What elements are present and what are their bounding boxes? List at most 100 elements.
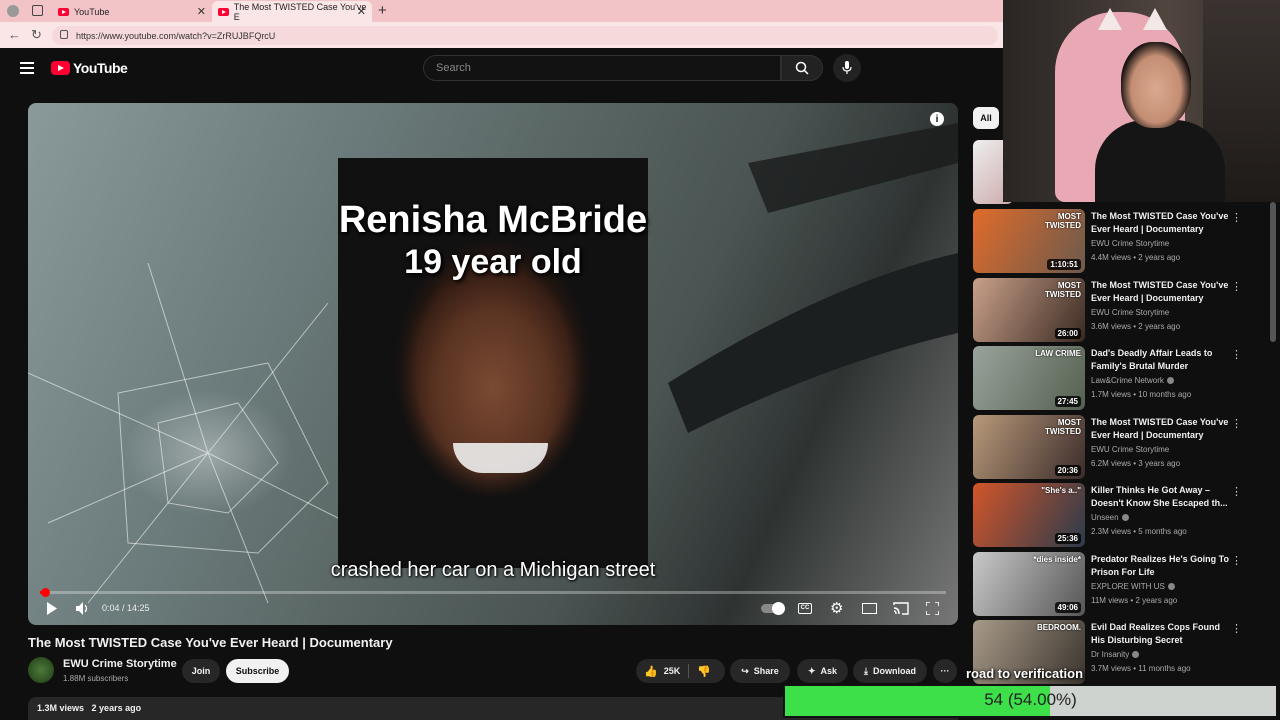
recommendation-meta: 2.3M views • 5 months ago	[1091, 527, 1187, 536]
thumbnail-text: "She's a.."	[1041, 486, 1081, 495]
download-button[interactable]: ⤓ Download	[853, 659, 927, 683]
menu-icon[interactable]	[20, 62, 34, 74]
recommendation-title[interactable]: The Most TWISTED Case You've Ever Heard …	[1091, 416, 1231, 442]
more-actions-button[interactable]: ···	[933, 659, 957, 683]
streamer-body	[1095, 120, 1225, 202]
more-options-icon[interactable]: ⋮	[1231, 280, 1242, 293]
cast-icon[interactable]	[893, 602, 909, 615]
channel-name[interactable]: EWU Crime Storytime	[63, 658, 177, 670]
share-button[interactable]: ↪ Share	[730, 659, 790, 683]
site-info-icon[interactable]	[60, 30, 68, 39]
recommendation-thumbnail[interactable]: "She's a.." 25:36	[973, 483, 1085, 547]
search-icon	[795, 61, 809, 75]
goal-label: road to verification	[966, 666, 1084, 681]
recommendation-item[interactable]: MOST TWISTED 1:10:51 The Most TWISTED Case…	[973, 209, 1273, 273]
verified-badge-icon	[1167, 582, 1175, 590]
recommendation-title[interactable]: Dad's Deadly Affair Leads to Family's Br…	[1091, 347, 1231, 373]
address-bar[interactable]: https://www.youtube.com/watch?v=ZrRUJBFQ…	[52, 26, 998, 45]
recommendation-views: 1.7M views	[1091, 390, 1132, 399]
recommendation-item[interactable]: "She's a.." 25:36 Killer Thinks He Got Awa…	[973, 483, 1273, 547]
info-icon[interactable]: i	[930, 112, 944, 126]
subscriber-count: 1.88M subscribers	[63, 674, 129, 683]
ask-button[interactable]: ✦ Ask	[797, 659, 848, 683]
thumbnail-text: MOST TWISTED	[1045, 280, 1081, 299]
close-tab-icon[interactable]: ✕	[357, 5, 366, 18]
reload-icon[interactable]: ↻	[31, 27, 42, 43]
duration-badge: 27:45	[1054, 396, 1081, 407]
tab-current-video[interactable]: The Most TWISTED Case You've E ✕	[212, 1, 372, 22]
recommendation-title[interactable]: Predator Realizes He's Going To Prison F…	[1091, 553, 1231, 579]
recommendation-title[interactable]: The Most TWISTED Case You've Ever Heard …	[1091, 210, 1231, 236]
recommendation-thumbnail[interactable]: LAW CRIME 27:45	[973, 346, 1085, 410]
streamer-face	[1121, 42, 1191, 128]
recommendation-channel[interactable]: Unseen	[1091, 513, 1129, 522]
video-player[interactable]: Renisha McBride 19 year old crashed her …	[28, 103, 958, 625]
autoplay-toggle[interactable]	[761, 602, 785, 615]
scrubber-handle[interactable]	[40, 588, 50, 597]
recommendation-meta: 6.2M views • 3 years ago	[1091, 459, 1180, 468]
subscribe-button[interactable]: Subscribe	[226, 659, 289, 683]
close-tab-icon[interactable]: ✕	[197, 5, 206, 18]
channel-label: Dr Insanity	[1091, 650, 1130, 659]
more-options-icon[interactable]: ⋮	[1231, 485, 1242, 498]
verified-badge-icon	[1166, 377, 1174, 385]
profile-icon[interactable]	[7, 5, 19, 17]
more-options-icon[interactable]: ⋮	[1231, 417, 1242, 430]
sidebar-scrollbar[interactable]	[1270, 202, 1276, 342]
channel-label: EWU Crime Storytime	[1091, 239, 1170, 248]
recommendation-views: 6.2M views	[1091, 458, 1132, 468]
more-options-icon[interactable]: ⋮	[1231, 348, 1242, 361]
recommendation-item[interactable]: LAW CRIME 27:45 Dad's Deadly Affair Leads …	[973, 346, 1273, 410]
recommendation-channel[interactable]: Law&Crime Network	[1091, 376, 1174, 385]
recommendation-views: 4.4M views	[1091, 253, 1132, 262]
recommendation-meta: 3.6M views • 2 years ago	[1091, 322, 1180, 331]
recommendation-channel[interactable]: EWU Crime Storytime	[1091, 308, 1169, 317]
new-tab-icon[interactable]: +	[378, 2, 387, 19]
like-count: 25K	[663, 666, 681, 676]
recommendation-channel[interactable]: EWU Crime Storytime	[1091, 239, 1169, 248]
recommendation-thumbnail[interactable]: MOST TWISTED 20:36	[973, 414, 1085, 479]
download-label: Download	[872, 666, 916, 676]
search-button[interactable]	[781, 55, 823, 81]
recommendation-thumbnail[interactable]: MOST TWISTED 1:10:51	[973, 209, 1085, 273]
filter-chip-all[interactable]: All	[973, 107, 999, 129]
recommendation-channel[interactable]: EXPLORE WITH US	[1091, 582, 1175, 591]
progress-bar[interactable]	[40, 591, 946, 594]
recommendation-channel[interactable]: Dr Insanity	[1091, 650, 1140, 659]
recommendation-meta: 4.4M views • 2 years ago	[1091, 253, 1180, 262]
tab-actions-icon[interactable]	[32, 5, 43, 16]
dislike-button[interactable]: 👎	[697, 665, 711, 678]
cat-ear-left	[1098, 8, 1122, 30]
theater-mode-icon[interactable]	[862, 603, 877, 614]
recommendation-channel[interactable]: EWU Crime Storytime	[1091, 445, 1169, 454]
cat-ear-right	[1143, 8, 1167, 30]
settings-gear-icon[interactable]: ⚙	[830, 599, 843, 617]
more-options-icon[interactable]: ⋮	[1231, 211, 1242, 224]
thumbnail-text: LAW CRIME	[1035, 349, 1081, 358]
voice-search-button[interactable]	[833, 54, 861, 82]
volume-icon[interactable]	[76, 602, 90, 615]
recommendation-item[interactable]: *dies inside* 49:06 Predator Realizes He's…	[973, 551, 1273, 616]
recommendation-thumbnail[interactable]: MOST TWISTED 26:00	[973, 277, 1085, 342]
play-icon[interactable]	[46, 602, 58, 615]
youtube-favicon-icon	[218, 7, 229, 16]
fullscreen-icon[interactable]	[926, 602, 939, 615]
goal-progress-text: 54 (54.00%)	[984, 690, 1077, 709]
recommendation-item[interactable]: MOST TWISTED 26:00 The Most TWISTED Case Y…	[973, 277, 1273, 342]
youtube-logo[interactable]: YouTube	[51, 60, 128, 76]
tab-youtube[interactable]: YouTube ✕	[52, 1, 212, 22]
search-input[interactable]: Search	[423, 55, 781, 81]
recommendation-title[interactable]: The Most TWISTED Case You've Ever Heard …	[1091, 279, 1231, 305]
channel-label: Law&Crime Network	[1091, 376, 1164, 385]
recommendation-title[interactable]: Killer Thinks He Got Away – Doesn't Know…	[1091, 484, 1231, 510]
recommendation-thumbnail[interactable]: *dies inside* 49:06	[973, 551, 1085, 616]
more-options-icon[interactable]: ⋮	[1231, 622, 1242, 635]
more-options-icon[interactable]: ⋮	[1231, 554, 1242, 567]
like-button[interactable]: 👍 25K	[644, 665, 680, 678]
recommendation-item[interactable]: MOST TWISTED 20:36 The Most TWISTED Case Y…	[973, 414, 1273, 479]
join-button[interactable]: Join	[182, 659, 220, 683]
back-icon[interactable]: ←	[8, 27, 21, 42]
captions-icon[interactable]: CC	[798, 603, 812, 614]
channel-avatar[interactable]	[28, 657, 54, 683]
recommendation-title[interactable]: Evil Dad Realizes Cops Found His Disturb…	[1091, 621, 1231, 647]
